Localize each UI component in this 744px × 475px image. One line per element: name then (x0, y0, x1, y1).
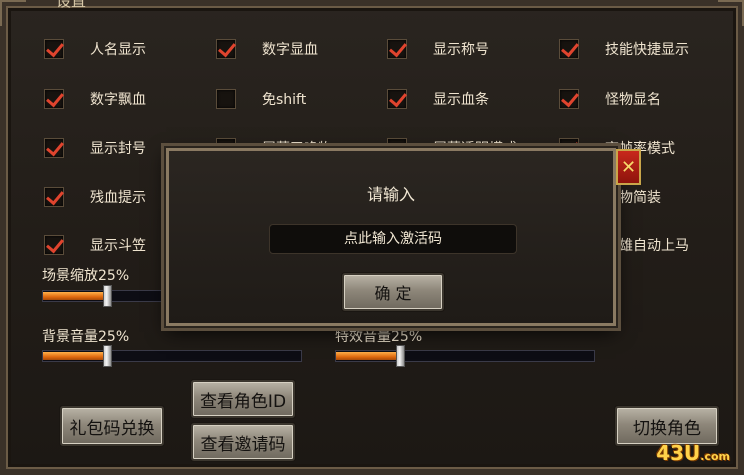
option-label: 显示血条 (433, 92, 489, 108)
view-invite-code-button[interactable]: 查看邀请码 (191, 423, 295, 461)
option-label: 残血提示 (90, 190, 146, 206)
option-monster-name[interactable]: 怪物显名 (559, 86, 661, 112)
checkbox[interactable] (44, 235, 64, 255)
slider-fill (336, 352, 400, 360)
bg-volume-label: 背景音量25% (42, 329, 130, 345)
panel-title: 设置 (56, 0, 87, 10)
checkbox[interactable] (44, 187, 64, 207)
frame-corner-ornament (0, 0, 26, 26)
checkbox[interactable] (559, 89, 579, 109)
option-label: 英雄自动上马 (605, 238, 689, 254)
bg-volume-slider[interactable] (42, 345, 302, 367)
dialog-title: 请输入 (366, 185, 415, 204)
option-show-hat[interactable]: 显示斗笠 (44, 232, 146, 258)
gift-code-button[interactable]: 礼包码兑换 (60, 406, 164, 446)
site-watermark-logo: 43U.com (656, 441, 730, 465)
option-label: 技能快捷显示 (605, 42, 689, 58)
sfx-volume-slider[interactable] (335, 345, 595, 367)
confirm-button[interactable]: 确 定 (342, 273, 444, 311)
activation-code-input[interactable]: 点此输入激活码 (269, 224, 517, 254)
checkbox[interactable] (559, 39, 579, 59)
checkbox[interactable] (387, 89, 407, 109)
checkbox[interactable] (44, 39, 64, 59)
option-name-display[interactable]: 人名显示 (44, 36, 146, 62)
option-label: 显示称号 (433, 42, 489, 58)
watermark-suffix: .com (700, 450, 730, 463)
scene-zoom-label: 场景缩放25% (42, 268, 130, 284)
close-icon[interactable]: ✕ (616, 149, 641, 185)
frame-corner-ornament (718, 0, 744, 26)
slider-knob[interactable] (103, 345, 112, 367)
checkbox[interactable] (216, 39, 236, 59)
checkbox[interactable] (44, 89, 64, 109)
watermark-main: 43U (656, 441, 701, 465)
option-no-shift[interactable]: 免shift (216, 86, 306, 112)
checkbox[interactable] (44, 138, 64, 158)
option-label: 显示封号 (90, 141, 146, 157)
option-show-title[interactable]: 显示称号 (387, 36, 489, 62)
slider-knob[interactable] (396, 345, 405, 367)
option-label: 免shift (262, 92, 307, 108)
option-show-rank[interactable]: 显示封号 (44, 135, 146, 161)
option-label: 怪物显名 (605, 92, 661, 108)
option-floating-damage[interactable]: 数字飘血 (44, 86, 146, 112)
option-show-hp-bar[interactable]: 显示血条 (387, 86, 489, 112)
slider-fill (43, 352, 107, 360)
option-label: 数字显血 (262, 42, 318, 58)
sfx-volume-label: 特效音量25% (335, 329, 423, 345)
slider-fill (43, 292, 107, 300)
checkbox[interactable] (387, 39, 407, 59)
checkbox[interactable] (216, 89, 236, 109)
option-low-hp-warning[interactable]: 残血提示 (44, 184, 146, 210)
option-label: 人名显示 (90, 42, 146, 58)
activation-code-dialog: 请输入 点此输入激活码 确 定 (166, 148, 616, 326)
view-role-id-button[interactable]: 查看角色ID (191, 380, 295, 418)
option-label: 数字飘血 (90, 92, 146, 108)
option-label: 显示斗笠 (90, 238, 146, 254)
switch-role-button[interactable]: 切换角色 (615, 406, 719, 446)
option-skill-shortcut[interactable]: 技能快捷显示 (559, 36, 689, 62)
slider-knob[interactable] (103, 285, 112, 307)
option-number-hp[interactable]: 数字显血 (216, 36, 318, 62)
